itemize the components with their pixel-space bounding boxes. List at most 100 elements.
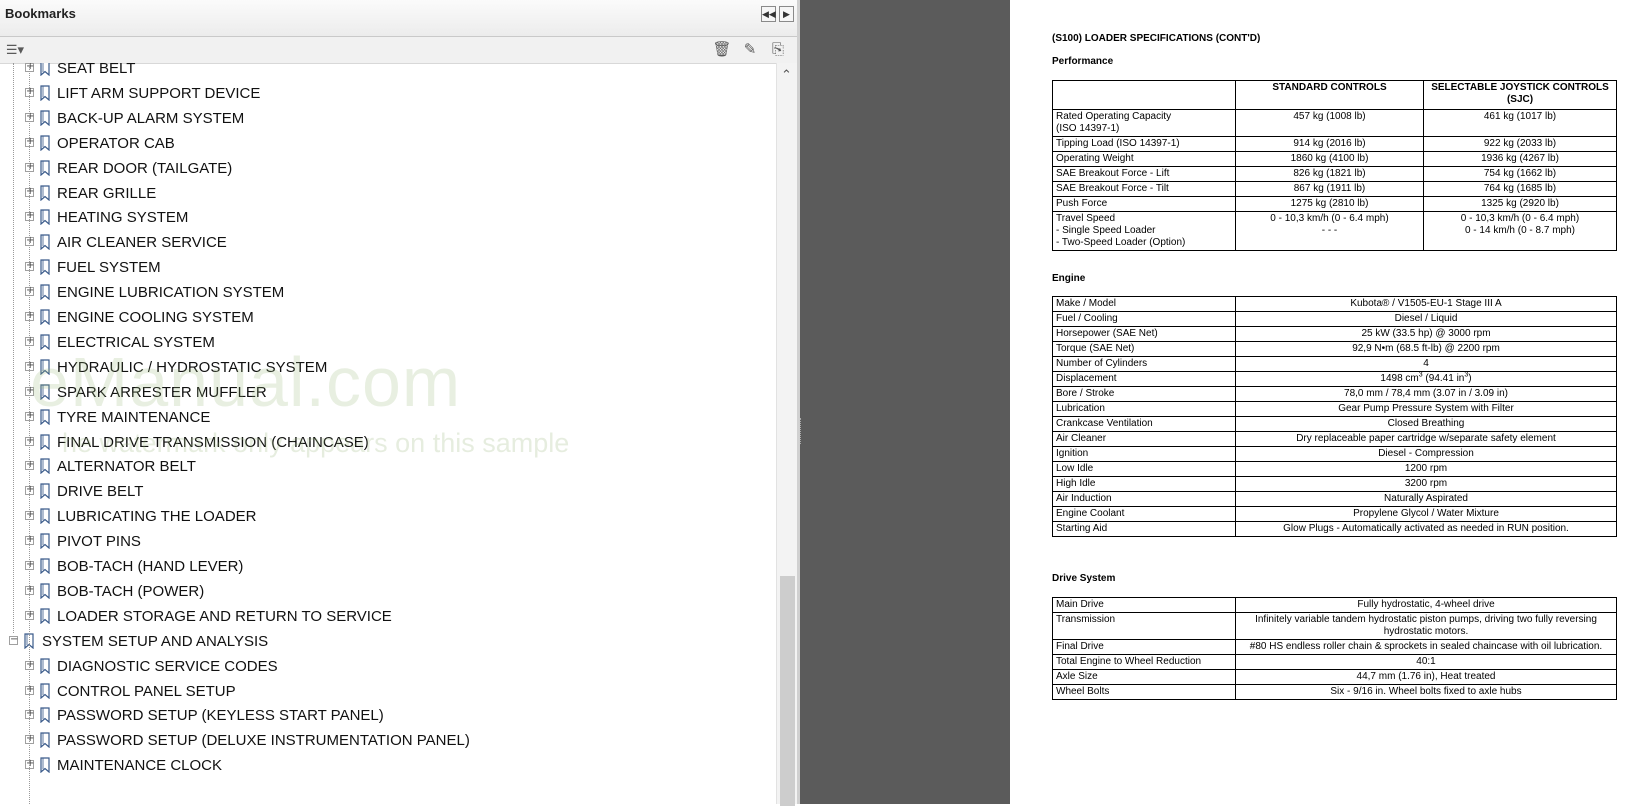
scroll-thumb[interactable]	[780, 576, 795, 806]
bookmark-icon	[39, 757, 51, 774]
bookmark-item[interactable]: + SPARK ARRESTER MUFFLER	[0, 383, 770, 409]
bookmark-label: FUEL SYSTEM	[57, 259, 161, 277]
bookmark-item[interactable]: + TYRE MAINTENANCE	[0, 408, 770, 434]
table-cell: 764 kg (1685 lb)	[1423, 181, 1617, 197]
displacement-close: )	[1468, 373, 1472, 384]
table-cell: Travel Speed - Single Speed Loader - Two…	[1052, 211, 1236, 251]
bookmark-item[interactable]: + REAR DOOR (TAILGATE)	[0, 159, 770, 185]
table-row: Air Cleaner Dry replaceable paper cartrid…	[1052, 431, 1617, 447]
bookmark-item[interactable]: + PASSWORD SETUP (DELUXE INSTRUMENTATION …	[0, 731, 770, 757]
drive-heading: Drive System	[1052, 573, 1116, 584]
bookmark-item[interactable]: − SYSTEM SETUP AND ANALYSIS	[0, 632, 770, 658]
bookmark-item[interactable]: + DIAGNOSTIC SERVICE CODES	[0, 657, 770, 683]
table-cell: Low Idle	[1052, 461, 1236, 477]
bookmark-item[interactable]: + HEATING SYSTEM	[0, 208, 770, 234]
table-cell: Transmission	[1052, 612, 1236, 640]
bookmark-item[interactable]: + MAINTENANCE CLOCK	[0, 756, 770, 782]
table-cell: 92,9 N•m (68.5 ft-lb) @ 2200 rpm	[1235, 341, 1617, 357]
table-row: Low Idle 1200 rpm	[1052, 461, 1617, 477]
table-row: Bore / Stroke 78,0 mm / 78,4 mm (3.07 in …	[1052, 386, 1617, 402]
tree-guide-line	[13, 63, 14, 633]
table-row: Make / Model Kubota® / V1505-EU-1 Stage I…	[1052, 296, 1617, 312]
table-cell: Fuel / Cooling	[1052, 311, 1236, 327]
bookmark-label: OPERATOR CAB	[57, 134, 175, 152]
bookmark-item[interactable]: + ENGINE COOLING SYSTEM	[0, 308, 770, 334]
table-cell: Ignition	[1052, 446, 1236, 462]
table-row: Tipping Load (ISO 14397-1) 914 kg (2016 l…	[1052, 136, 1617, 152]
table-cell: Fully hydrostatic, 4-wheel drive	[1235, 597, 1617, 613]
table-row: Air Induction Naturally Aspirated	[1052, 491, 1617, 507]
expand-toggle-icon[interactable]: −	[9, 634, 18, 645]
bookmark-label: HEATING SYSTEM	[57, 209, 189, 227]
table-cell: Six - 9/16 in. Wheel bolts fixed to axle…	[1235, 684, 1617, 700]
displacement-value: 1498 cm	[1380, 373, 1419, 384]
expand-bookmark-icon[interactable]: ⎘	[768, 40, 788, 60]
scroll-up-arrow-icon[interactable]: ⌃	[781, 67, 792, 83]
bookmark-item[interactable]: + ALTERNATOR BELT	[0, 457, 770, 483]
engine-heading: Engine	[1052, 273, 1086, 284]
bookmarks-scrollbar[interactable]: ⌃	[776, 63, 798, 806]
table-row: Ignition Diesel - Compression	[1052, 446, 1617, 462]
splitter-grip[interactable]	[800, 418, 805, 444]
table-cell: Infinitely variable tandem hydrostatic p…	[1235, 612, 1617, 640]
bookmark-item[interactable]: + BACK-UP ALARM SYSTEM	[0, 109, 770, 135]
bookmark-item[interactable]: + BOB-TACH (HAND LEVER)	[0, 557, 770, 583]
bookmark-item[interactable]: + DRIVE BELT	[0, 482, 770, 508]
bookmark-item[interactable]: + OPERATOR CAB	[0, 134, 770, 160]
options-menu-icon[interactable]: ☰▾	[2, 40, 28, 60]
bookmark-icon	[39, 433, 51, 450]
bookmark-item[interactable]: + SEAT BELT	[0, 63, 770, 85]
bookmark-item[interactable]: + FUEL SYSTEM	[0, 258, 770, 284]
tree-guide-line	[29, 63, 30, 804]
expand-panel-button[interactable]: ▶	[779, 6, 794, 22]
table-cell: STANDARD CONTROLS	[1235, 80, 1424, 110]
engine-table: Make / Model Kubota® / V1505-EU-1 Stage I…	[1052, 296, 1617, 537]
bookmark-item[interactable]: + HYDRAULIC / HYDROSTATIC SYSTEM	[0, 358, 770, 384]
bookmark-item[interactable]: + LOADER STORAGE AND RETURN TO SERVICE	[0, 607, 770, 633]
table-cell: Total Engine to Wheel Reduction	[1052, 654, 1236, 670]
new-bookmark-icon[interactable]: ✎	[740, 40, 760, 60]
table-row: SAE Breakout Force - Tilt 867 kg (1911 lb…	[1052, 181, 1617, 197]
bookmarks-toolbar: ☰▾ 🗑 ✎ ⎘	[0, 37, 800, 64]
bookmark-label: PASSWORD SETUP (DELUXE INSTRUMENTATION P…	[57, 732, 470, 750]
table-row: Axle Size 44,7 mm (1.76 in), Heat treated	[1052, 669, 1617, 685]
table-cell: 0 - 10,3 km/h (0 - 6.4 mph) 0 - 14 km/h …	[1423, 211, 1617, 251]
table-cell: Engine Coolant	[1052, 506, 1236, 522]
table-cell: 4	[1235, 356, 1617, 372]
table-cell: High Idle	[1052, 476, 1236, 492]
bookmark-item[interactable]: + REAR GRILLE	[0, 184, 770, 210]
table-cell: Naturally Aspirated	[1235, 491, 1617, 507]
bookmark-item[interactable]: + FINAL DRIVE TRANSMISSION (CHAINCASE)	[0, 433, 770, 459]
table-cell: 914 kg (2016 lb)	[1235, 136, 1424, 152]
bookmark-label: BACK-UP ALARM SYSTEM	[57, 109, 245, 127]
table-row: Crankcase Ventilation Closed Breathing	[1052, 416, 1617, 432]
table-cell: 1275 kg (2810 lb)	[1235, 196, 1424, 212]
bookmark-item[interactable]: + PASSWORD SETUP (KEYLESS START PANEL)	[0, 706, 770, 732]
bookmark-item[interactable]: + AIR CLEANER SERVICE	[0, 233, 770, 259]
table-row: Horsepower (SAE Net) 25 kW (33.5 hp) @ 30…	[1052, 326, 1617, 342]
table-cell: 1936 kg (4267 lb)	[1423, 151, 1617, 167]
table-row: Main Drive Fully hydrostatic, 4-wheel dri…	[1052, 597, 1617, 613]
bookmark-label: PIVOT PINS	[57, 533, 141, 551]
bookmark-icon	[39, 707, 51, 724]
bookmark-item[interactable]: + BOB-TACH (POWER)	[0, 582, 770, 608]
bookmark-item[interactable]: + LIFT ARM SUPPORT DEVICE	[0, 84, 770, 110]
bookmark-item[interactable]: + ENGINE LUBRICATION SYSTEM	[0, 283, 770, 309]
table-cell: 40:1	[1235, 654, 1617, 670]
delete-bookmark-icon[interactable]: 🗑	[712, 40, 732, 60]
table-cell: Propylene Glycol / Water Mixture	[1235, 506, 1617, 522]
bookmark-item[interactable]: + CONTROL PANEL SETUP	[0, 682, 770, 708]
table-cell: 1860 kg (4100 lb)	[1235, 151, 1424, 167]
bookmark-item[interactable]: + ELECTRICAL SYSTEM	[0, 333, 770, 359]
table-cell: SAE Breakout Force - Tilt	[1052, 181, 1236, 197]
bookmark-item[interactable]: + PIVOT PINS	[0, 532, 770, 558]
table-cell: 1325 kg (2920 lb)	[1423, 196, 1617, 212]
table-row: Wheel Bolts Six - 9/16 in. Wheel bolts fi…	[1052, 684, 1617, 700]
displacement-value-alt: (94.41 in	[1422, 373, 1465, 384]
collapse-panel-button[interactable]: ◀◀	[761, 6, 776, 22]
table-cell: 78,0 mm / 78,4 mm (3.07 in / 3.09 in)	[1235, 386, 1617, 402]
bookmark-item[interactable]: + LUBRICATING THE LOADER	[0, 507, 770, 533]
bookmark-icon	[39, 657, 51, 674]
bookmark-icon	[39, 458, 51, 475]
bookmark-icon	[39, 259, 51, 276]
